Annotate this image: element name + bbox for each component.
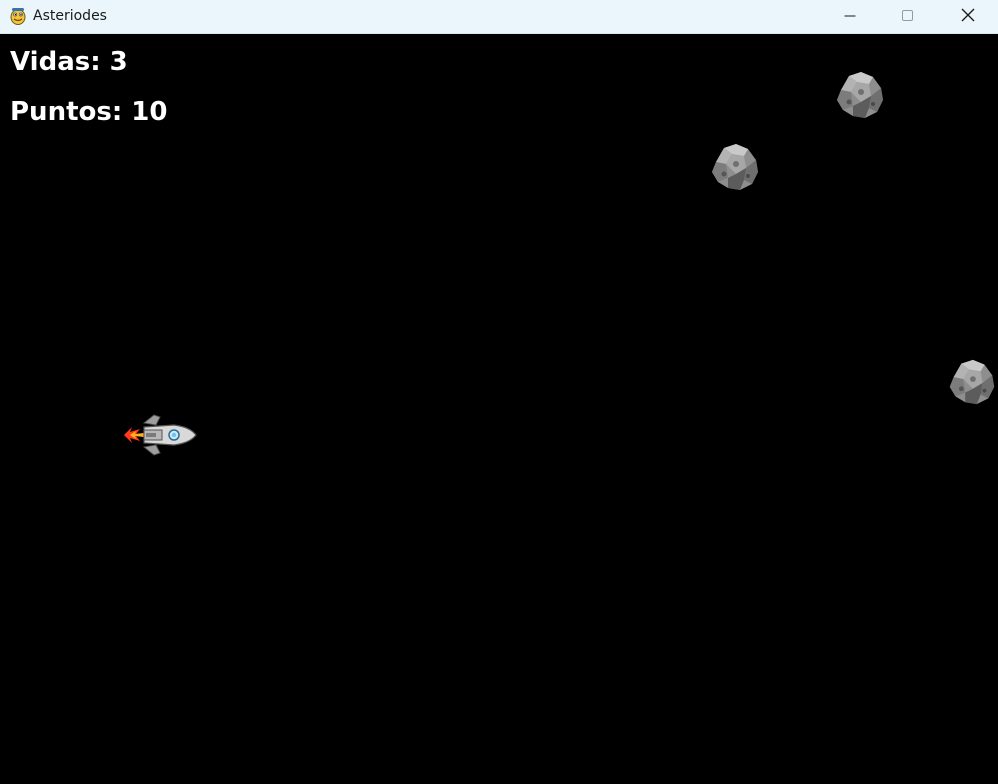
game-window: Asteriodes Vidas: 3 Puntos: 10 bbox=[0, 0, 998, 784]
maximize-button[interactable] bbox=[879, 0, 937, 33]
asteroid-sprite bbox=[706, 140, 762, 198]
close-button[interactable] bbox=[938, 0, 998, 33]
maximize-icon bbox=[902, 7, 914, 26]
score-counter: Puntos: 10 bbox=[10, 97, 168, 127]
minimize-button[interactable] bbox=[821, 0, 879, 33]
game-canvas[interactable]: Vidas: 3 Puntos: 10 bbox=[0, 35, 998, 784]
minimize-icon bbox=[844, 7, 856, 26]
title-bar[interactable]: Asteriodes bbox=[0, 0, 998, 34]
asteroid-sprite bbox=[944, 355, 998, 413]
python-snake-icon bbox=[8, 6, 28, 26]
rocket-ship-sprite bbox=[122, 411, 198, 463]
window-title: Asteriodes bbox=[33, 8, 107, 24]
asteroid-sprite bbox=[831, 68, 887, 126]
close-icon bbox=[961, 7, 975, 26]
lives-counter: Vidas: 3 bbox=[10, 47, 128, 77]
